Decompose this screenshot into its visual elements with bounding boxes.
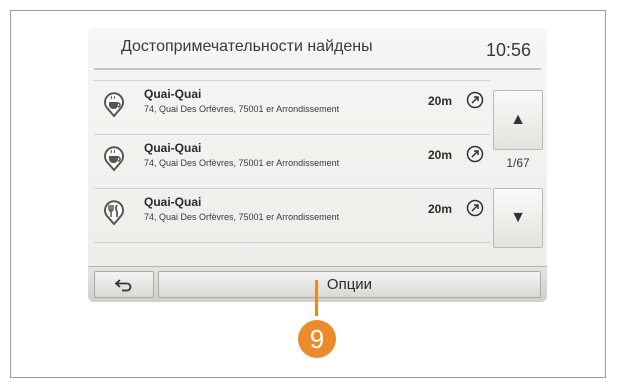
navigation-screen: Достопримечательности найдены 10:56 Quai… (88, 28, 547, 302)
scroll-up-button[interactable]: ▲ (493, 90, 543, 150)
header: Достопримечательности найдены 10:56 (88, 28, 547, 73)
clock: 10:56 (485, 40, 531, 60)
down-arrow-icon: ▼ (510, 209, 526, 226)
poi-name: Quai-Quai (144, 87, 202, 101)
poi-distance: 20m (428, 202, 453, 216)
poi-distance: 20m (428, 148, 453, 162)
poi-address: 74, Quai Des Orfèvres, 75001 er Arrondis… (144, 104, 340, 114)
poi-name: Quai-Quai (144, 141, 202, 155)
page-title: Достопримечательности найдены (121, 38, 373, 55)
row-divider (94, 242, 491, 243)
poi-result-row[interactable]: Quai-Quai 74, Quai Des Orfèvres, 75001 e… (88, 136, 491, 186)
back-button[interactable] (94, 271, 154, 298)
poi-distance: 20m (428, 94, 453, 108)
restaurant-icon (104, 200, 124, 226)
row-divider (94, 134, 491, 135)
callout-leader-line (315, 280, 318, 316)
up-arrow-icon: ▲ (510, 111, 526, 128)
page-indicator: 1/67 (506, 156, 530, 170)
navigate-arrow-icon[interactable] (466, 199, 484, 217)
cafe-icon (104, 92, 124, 118)
row-divider (94, 80, 491, 81)
navigate-arrow-icon[interactable] (466, 145, 484, 163)
poi-result-row[interactable]: Quai-Quai 74, Quai Des Orfèvres, 75001 e… (88, 82, 491, 132)
navigate-arrow-icon[interactable] (466, 91, 484, 109)
cafe-icon (104, 146, 124, 172)
poi-address: 74, Quai Des Orfèvres, 75001 er Arrondis… (144, 212, 340, 222)
poi-result-row[interactable]: Quai-Quai 74, Quai Des Orfèvres, 75001 e… (88, 190, 491, 240)
row-divider (94, 188, 491, 189)
scroll-down-button[interactable]: ▼ (493, 188, 543, 248)
poi-address: 74, Quai Des Orfèvres, 75001 er Arrondis… (144, 158, 340, 168)
back-arrow-icon (114, 278, 132, 291)
callout-badge: 9 (298, 320, 336, 358)
options-button[interactable]: Опции (158, 271, 541, 298)
header-divider (94, 68, 541, 70)
poi-name: Quai-Quai (144, 195, 202, 209)
